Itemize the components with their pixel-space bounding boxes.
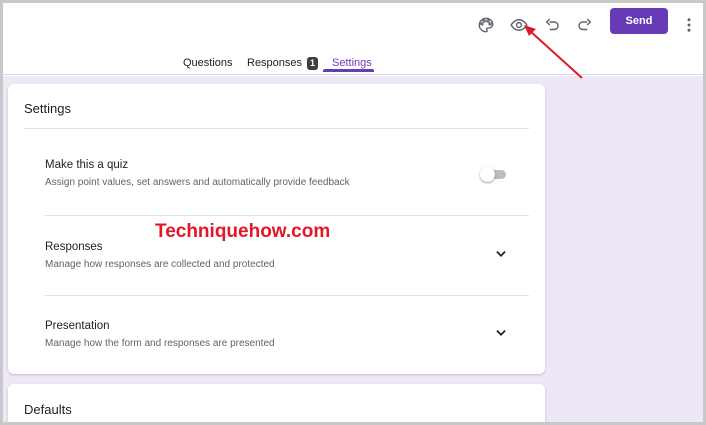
undo-icon[interactable] [538, 11, 566, 39]
tab-responses[interactable]: Responses 1 [247, 54, 319, 72]
tab-questions[interactable]: Questions [183, 54, 233, 72]
responses-count-badge: 1 [307, 56, 319, 70]
divider [24, 128, 529, 129]
defaults-card-title: Defaults [24, 402, 72, 417]
settings-card-title: Settings [24, 101, 71, 116]
quiz-setting-title: Make this a quiz [45, 159, 129, 171]
more-vert-icon[interactable] [675, 11, 703, 39]
responses-setting-subtitle: Manage how responses are collected and p… [45, 259, 275, 270]
tab-settings-label: Settings [332, 57, 372, 69]
presentation-setting-title[interactable]: Presentation [45, 320, 110, 332]
divider [45, 295, 529, 296]
defaults-card: Defaults [8, 384, 545, 425]
redo-icon[interactable] [571, 11, 599, 39]
tab-questions-label: Questions [183, 57, 233, 69]
tab-responses-label: Responses [247, 57, 303, 69]
palette-icon[interactable] [472, 11, 500, 39]
watermark-text: Techniquehow.com [155, 221, 331, 242]
send-button[interactable]: Send [610, 8, 668, 34]
chevron-down-icon[interactable] [494, 326, 508, 340]
active-tab-indicator [323, 69, 374, 72]
quiz-toggle[interactable] [480, 166, 508, 182]
chevron-down-icon[interactable] [494, 247, 508, 261]
divider [45, 215, 529, 216]
quiz-setting-subtitle: Assign point values, set answers and aut… [45, 177, 350, 188]
preview-eye-icon[interactable] [505, 11, 533, 39]
presentation-setting-subtitle: Manage how the form and responses are pr… [45, 338, 275, 349]
toggle-thumb [480, 167, 495, 182]
top-bar: Send Questions Responses 1 Settings [3, 3, 703, 75]
responses-setting-title[interactable]: Responses [45, 241, 103, 253]
